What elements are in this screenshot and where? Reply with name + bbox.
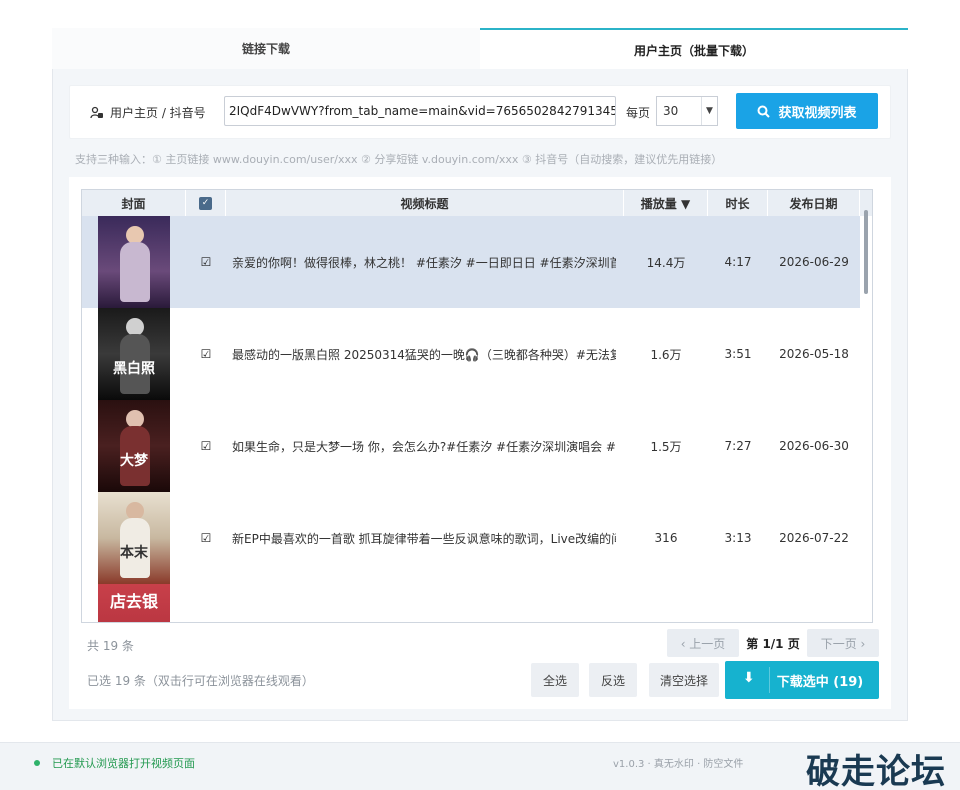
row-title-text: 新EP中最喜欢的一首歌 抓耳旋律带着一些反讽意味的歌词，Live改编的间	[232, 531, 616, 546]
cover-caption: 本末	[120, 545, 148, 561]
download-button-label: 下载选中 (19)	[776, 674, 864, 690]
table-row[interactable]: ☑ 亲爱的你啊！做得很棒，林之桃！ #任素汐 #一日即日日 #任素汐深圳首场 1…	[82, 216, 860, 308]
header-date[interactable]: 发布日期	[768, 190, 860, 216]
cover-cell	[82, 216, 186, 308]
chevron-down-icon: ▼	[701, 97, 717, 125]
row-plays: 14.4万	[646, 255, 686, 270]
search-label: 用户主页 / 抖音号	[90, 104, 206, 121]
cover-thumbnail: 黑白照	[98, 308, 170, 400]
row-duration: 4:17	[724, 255, 752, 269]
row-duration: 3:51	[724, 347, 752, 361]
header-select-all-checkbox[interactable]: ✓	[186, 190, 226, 216]
row-title: 新EP中最喜欢的一首歌 抓耳旋律带着一些反讽意味的歌词，Live改编的间	[226, 492, 624, 584]
row-date: 2026-06-29	[779, 255, 849, 269]
header-title: 视频标题	[226, 190, 624, 216]
checkbox-icon: ✓	[199, 196, 212, 210]
input-hint: 支持三种输入：① 主页链接 www.douyin.com/user/xxx ② …	[75, 153, 723, 166]
download-icon: ⬇	[743, 670, 755, 686]
search-label-text: 用户主页 / 抖音号	[110, 106, 206, 120]
cover-thumbnail: 本末	[98, 492, 170, 584]
per-page-value: 30	[663, 104, 679, 118]
row-plays: 1.6万	[650, 347, 682, 362]
row-title-text: 亲爱的你啊！做得很棒，林之桃！ #任素汐 #一日即日日 #任素汐深圳首场	[232, 255, 616, 270]
row-date: 2026-05-18	[779, 347, 849, 361]
row-checkbox[interactable]: ☑	[186, 216, 226, 308]
next-page-button[interactable]: 下一页 ›	[807, 629, 879, 657]
table-scrollbar[interactable]	[864, 210, 868, 294]
user-link-icon	[90, 106, 103, 118]
table-row[interactable]: 本末 ☑ 新EP中最喜欢的一首歌 抓耳旋律带着一些反讽意味的歌词，Live改编的…	[82, 492, 860, 584]
cover-thumbnail	[98, 216, 170, 308]
page-info: 第 1/1 页	[746, 636, 800, 651]
per-page-select[interactable]: 30 ▼	[656, 96, 718, 126]
header-duration[interactable]: 时长	[708, 190, 768, 216]
row-title: 如果生命，只是大梦一场 你，会怎么办?#任素汐 #任素汐深圳演唱会 #一	[226, 400, 624, 492]
cover-cell: 店去银	[82, 584, 186, 622]
row-title-text: 如果生命，只是大梦一场 你，会怎么办?#任素汐 #任素汐深圳演唱会 #一	[232, 439, 616, 454]
row-checkbox[interactable]: ☑	[186, 492, 226, 584]
tab-bar: 链接下载 用户主页（批量下载）	[52, 28, 908, 70]
table-row[interactable]: 店去银	[82, 584, 860, 622]
row-plays: 1.5万	[650, 439, 682, 454]
status-dot-icon	[34, 760, 40, 766]
cover-figure-body	[120, 242, 150, 302]
invert-selection-button[interactable]: 反选	[589, 663, 637, 697]
cover-thumbnail: 大梦	[98, 400, 170, 492]
cover-caption: 大梦	[120, 453, 148, 469]
row-date: 2026-07-22	[779, 531, 849, 545]
header-plays[interactable]: 播放量 ▼	[624, 190, 708, 216]
status-message: 已在默认浏览器打开视频页面	[52, 757, 195, 770]
row-duration: 7:27	[724, 439, 752, 453]
table-header: 封面 ✓ 视频标题 播放量 ▼ 时长 发布日期	[82, 190, 872, 216]
cover-cell: 大梦	[82, 400, 186, 492]
fetch-button-label: 获取视频列表	[778, 105, 857, 121]
row-checkbox[interactable]: ☑	[186, 308, 226, 400]
row-title-text: 最感动的一版黑白照 20250314猛哭的一晚🎧（三晚都各种哭）#无法复制	[232, 347, 616, 362]
search-icon	[757, 105, 771, 118]
cover-caption: 黑白照	[113, 361, 155, 377]
user-url-value: 2IQdF4DwVWY?from_tab_name=main&vid=76565…	[229, 104, 616, 118]
cover-cell: 黑白照	[82, 308, 186, 400]
row-duration: 3:13	[724, 531, 752, 545]
cover-cell: 本末	[82, 492, 186, 584]
version-info: v1.0.3 · 真无水印 · 防空文件	[613, 759, 744, 770]
forum-watermark: 破走论坛	[806, 752, 946, 790]
user-url-input[interactable]: 2IQdF4DwVWY?from_tab_name=main&vid=76565…	[224, 96, 616, 126]
clear-selection-button[interactable]: 清空选择	[649, 663, 719, 697]
search-bar: 用户主页 / 抖音号 2IQdF4DwVWY?from_tab_name=mai…	[69, 85, 891, 139]
table-row[interactable]: 大梦 ☑ 如果生命，只是大梦一场 你，会怎么办?#任素汐 #任素汐深圳演唱会 #…	[82, 400, 860, 492]
tab-user-homepage[interactable]: 用户主页（批量下载）	[480, 28, 908, 70]
pagination: ‹ 上一页 第 1/1 页 下一页 ›	[667, 629, 879, 657]
download-selected-button[interactable]: ⬇ 下载选中 (19)	[725, 661, 879, 699]
selected-info: 已选 19 条（双击行可在浏览器在线观看）	[87, 674, 314, 688]
cover-thumbnail: 店去银	[98, 584, 170, 622]
row-title: 最感动的一版黑白照 20250314猛哭的一晚🎧（三晚都各种哭）#无法复制	[226, 308, 624, 400]
status-bar: 已在默认浏览器打开视频页面 v1.0.3 · 真无水印 · 防空文件 破走论坛	[0, 742, 960, 790]
video-list-card: 封面 ✓ 视频标题 播放量 ▼ 时长 发布日期 ☑ 亲爱的你啊！做得很棒，林之桃…	[69, 177, 891, 709]
video-table: 封面 ✓ 视频标题 播放量 ▼ 时长 发布日期 ☑ 亲爱的你啊！做得很棒，林之桃…	[81, 189, 873, 623]
total-count: 共 19 条	[87, 639, 134, 653]
prev-page-button[interactable]: ‹ 上一页	[667, 629, 739, 657]
tab-link-download[interactable]: 链接下载	[52, 28, 480, 70]
row-title: 亲爱的你啊！做得很棒，林之桃！ #任素汐 #一日即日日 #任素汐深圳首场	[226, 216, 624, 308]
cover-caption: 店去银	[109, 592, 158, 611]
table-row[interactable]: 黑白照 ☑ 最感动的一版黑白照 20250314猛哭的一晚🎧（三晚都各种哭）#无…	[82, 308, 860, 400]
main-panel: 用户主页 / 抖音号 2IQdF4DwVWY?from_tab_name=mai…	[52, 69, 908, 721]
row-plays: 316	[654, 531, 678, 545]
select-all-button[interactable]: 全选	[531, 663, 579, 697]
header-cover: 封面	[82, 190, 186, 216]
row-date: 2026-06-30	[779, 439, 849, 453]
row-checkbox[interactable]: ☑	[186, 400, 226, 492]
fetch-video-list-button[interactable]: 获取视频列表	[736, 93, 878, 129]
button-divider	[769, 667, 770, 693]
per-page-label: 每页	[626, 106, 651, 120]
